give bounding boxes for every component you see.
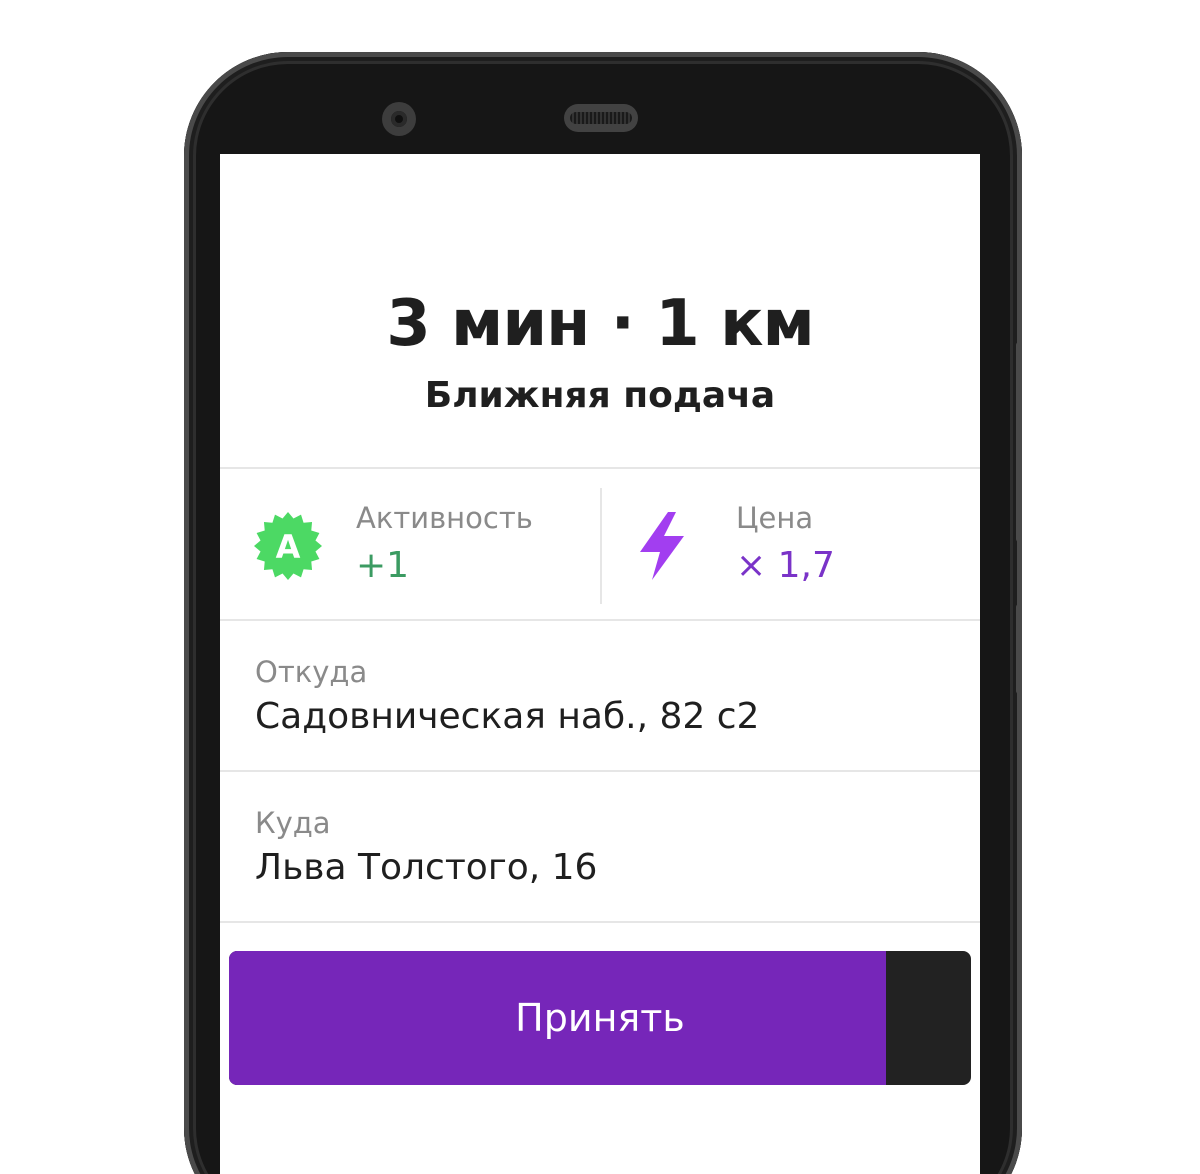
divider [220,770,980,772]
earpiece-speaker [564,104,638,132]
activity-label: Активность [356,501,533,535]
order-offer-screen: 3 мин · 1 км Ближняя подача A Активность… [220,154,980,1174]
volume-up-button [1016,342,1022,542]
metrics-divider [600,488,602,604]
divider [220,467,980,469]
accept-button-label: Принять [515,996,685,1040]
to-label: Куда [255,806,331,840]
price-multiplier-value: × 1,7 [736,545,835,586]
accept-button[interactable]: Принять [229,951,971,1085]
activity-badge-letter: A [276,528,301,566]
eta-distance-title: 3 мин · 1 км [386,287,815,361]
lightning-icon [640,512,684,580]
front-camera [382,102,416,136]
from-address: Садовническая наб., 82 с2 [255,696,760,737]
divider [220,619,980,621]
pickup-type-subtitle: Ближняя подача [424,375,776,416]
to-address: Льва Толстого, 16 [255,847,598,888]
from-label: Откуда [255,655,368,689]
activity-badge-icon: A [254,512,322,580]
power-button [1016,604,1022,694]
price-label: Цена [736,501,814,535]
divider [220,921,980,923]
activity-value: +1 [356,545,410,586]
